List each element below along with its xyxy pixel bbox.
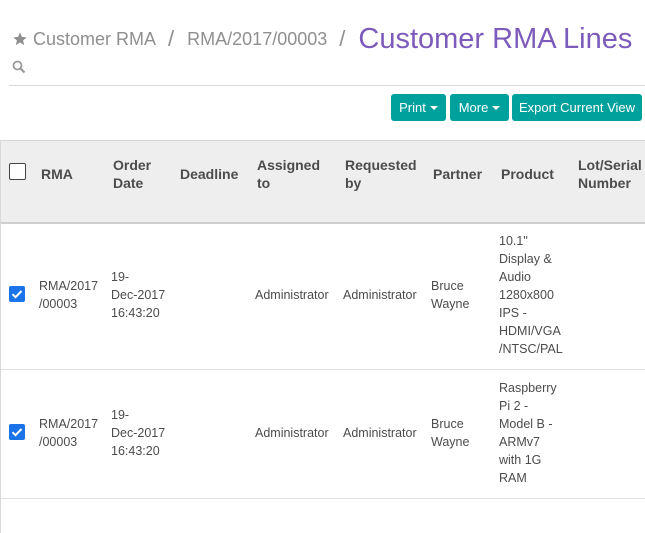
caret-down-icon <box>492 105 501 110</box>
column-header-assigned-to-line: to <box>257 175 271 191</box>
column-header-lot-serial-number[interactable]: Lot/Serial Number <box>578 156 642 192</box>
cell-line: /00003 <box>39 435 78 449</box>
cell-line: Dec-2017 <box>111 288 166 302</box>
cell-line: 19- <box>111 270 130 284</box>
column-header-assigned-to-line: Assigned <box>257 157 321 173</box>
cell-line: RAM <box>499 471 527 485</box>
cell-line: with 1G <box>499 453 542 467</box>
cell-assigned-to: Administrator <box>255 426 329 440</box>
column-header-requested-by-line: Requested <box>345 157 417 173</box>
column-header-requested-by[interactable]: Requested by <box>345 156 417 192</box>
cell-line: Bruce <box>431 279 464 293</box>
cell-line: Audio <box>499 270 531 284</box>
cell-requested-by: Administrator <box>343 288 417 302</box>
cell-line: Wayne <box>431 297 470 311</box>
breadcrumb: Customer RMA / RMA/2017/00003 / Customer… <box>12 22 632 56</box>
column-header-assigned-to[interactable]: Assigned to <box>257 156 320 192</box>
column-header-order-date-line: Date <box>113 175 144 191</box>
cell-line: 19- <box>111 408 130 422</box>
cell-line: Display & <box>499 252 552 266</box>
page-title: Customer RMA Lines <box>358 22 633 55</box>
cell-line: 16:43:20 <box>111 444 160 458</box>
print-button[interactable]: Print <box>391 94 446 121</box>
cell-line: Bruce <box>431 417 464 431</box>
cell-order-date: 19- Dec-2017 16:43:20 <box>111 406 165 460</box>
cell-product: Raspberry Pi 2 - Model B - ARMv7 with 1G… <box>499 379 557 487</box>
cell-order-date: 19- Dec-2017 16:43:20 <box>111 268 165 322</box>
cell-line: RMA/2017 <box>39 417 99 431</box>
cell-line: HDMI/VGA <box>499 324 561 338</box>
cell-line: Pi 2 - <box>499 399 529 413</box>
breadcrumb-separator: / <box>339 26 346 51</box>
column-header-lot-serial-line: Lot/Serial <box>578 157 642 173</box>
breadcrumb-separator: / <box>168 26 175 51</box>
cell-line: /NTSC/PAL <box>499 342 563 356</box>
star-icon[interactable] <box>12 31 28 47</box>
more-button[interactable]: More <box>450 94 509 121</box>
search-input[interactable] <box>30 57 630 79</box>
checkmark-icon <box>11 290 23 299</box>
cell-line: Dec-2017 <box>111 426 166 440</box>
cell-rma: RMA/2017 /00003 <box>39 415 98 451</box>
select-all-checkbox[interactable] <box>9 163 26 180</box>
cell-partner: Bruce Wayne <box>431 277 469 313</box>
column-header-deadline[interactable]: Deadline <box>180 165 238 183</box>
search-icon <box>12 60 26 74</box>
cell-rma: RMA/2017 /00003 <box>39 277 98 313</box>
search-divider <box>9 85 645 86</box>
cell-line: Wayne <box>431 435 470 449</box>
cell-line: /00003 <box>39 297 78 311</box>
print-button-label: Print <box>399 100 426 115</box>
column-header-partner[interactable]: Partner <box>433 165 482 183</box>
column-header-rma[interactable]: RMA <box>41 165 73 183</box>
column-header-lot-serial-line: Number <box>578 175 631 191</box>
row-checkbox-checked[interactable] <box>9 424 25 440</box>
column-header-order-date[interactable]: Order Date <box>113 156 151 192</box>
cell-line: ARMv7 <box>499 435 540 449</box>
cell-line: RMA/2017 <box>39 279 99 293</box>
checkmark-icon <box>11 428 23 437</box>
cell-line: Raspberry <box>499 381 557 395</box>
cell-requested-by: Administrator <box>343 426 417 440</box>
column-header-order-date-line: Order <box>113 157 152 173</box>
export-button-label: Export Current View <box>518 100 636 115</box>
cell-assigned-to: Administrator <box>255 288 329 302</box>
cell-line: Model B - <box>499 417 553 431</box>
breadcrumb-item-rma-record[interactable]: RMA/2017/00003 <box>187 29 327 50</box>
cell-partner: Bruce Wayne <box>431 415 469 451</box>
cell-line: 1280x800 <box>499 288 554 302</box>
breadcrumb-item-customer-rma[interactable]: Customer RMA <box>33 29 156 50</box>
cell-line: IPS - <box>499 306 527 320</box>
column-header-product[interactable]: Product <box>501 165 554 183</box>
more-button-label: More <box>458 100 489 115</box>
export-current-view-button[interactable]: Export Current View <box>512 94 642 121</box>
cell-product: 10.1" Display & Audio 1280x800 IPS - HDM… <box>499 232 563 358</box>
column-header-requested-by-line: by <box>345 175 362 191</box>
cell-line: 10.1" <box>499 234 528 248</box>
cell-line: 16:43:20 <box>111 306 160 320</box>
row-checkbox-checked[interactable] <box>9 286 25 302</box>
caret-down-icon <box>429 105 438 110</box>
